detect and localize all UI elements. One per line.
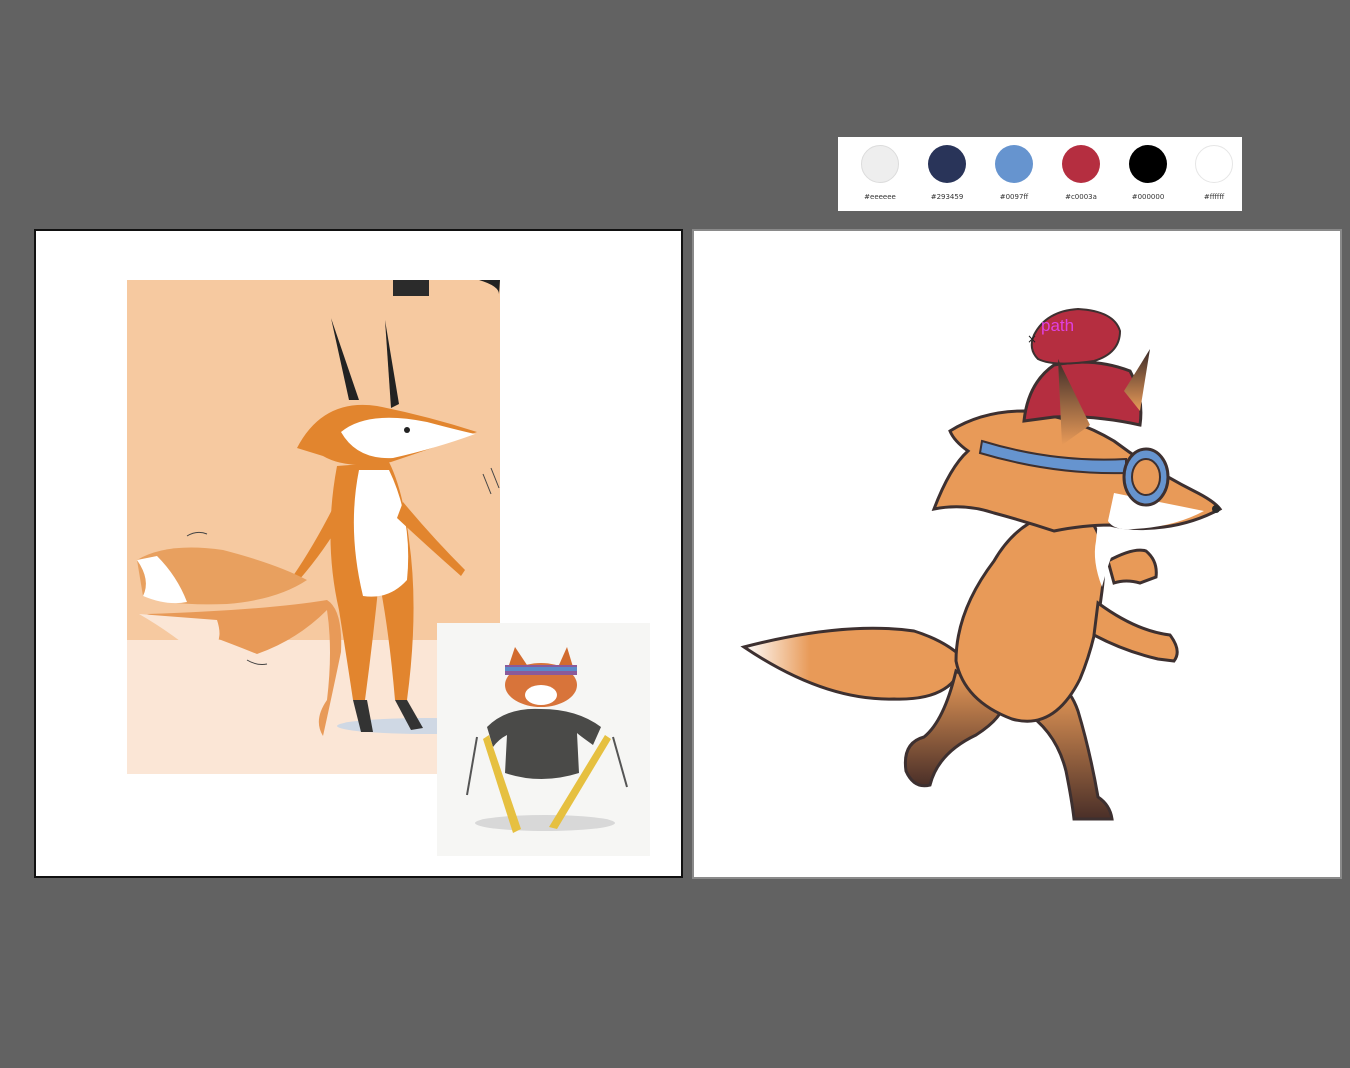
swatch-1[interactable]: #eeeeee: [850, 145, 910, 202]
vector-artboard[interactable]: path ×: [692, 229, 1342, 879]
swatch-5[interactable]: #000000: [1118, 145, 1178, 202]
swatch-6-color: [1195, 145, 1233, 183]
swatch-4[interactable]: #c0003a: [1051, 145, 1111, 202]
fox-nose: [1212, 505, 1220, 513]
swatch-3[interactable]: #0097ff: [984, 145, 1044, 202]
reference-artboard[interactable]: [34, 229, 683, 878]
swatch-2[interactable]: #293459: [917, 145, 977, 202]
selection-path-label: path: [1041, 316, 1075, 335]
color-palette: #eeeeee #293459 #0097ff #c0003a #000000 …: [838, 137, 1242, 211]
swatch-3-hex: #0097ff: [999, 193, 1029, 201]
vector-fox-illustration[interactable]: [694, 231, 1340, 877]
crosshair-cursor-icon: ×: [1027, 332, 1038, 346]
fox-paw: [1106, 548, 1158, 585]
swatch-6[interactable]: #ffffff: [1184, 145, 1244, 202]
fox-arm: [1092, 600, 1179, 663]
swatch-4-hex: #c0003a: [1065, 193, 1097, 201]
reference-skiing-fox[interactable]: [437, 623, 650, 856]
swatch-5-hex: #000000: [1131, 193, 1165, 201]
fox-body: [954, 509, 1106, 723]
swatch-6-hex: #ffffff: [1203, 193, 1225, 201]
swatch-3-color: [995, 145, 1033, 183]
swatch-5-color: [1129, 145, 1167, 183]
swatch-4-color: [1062, 145, 1100, 183]
swatch-2-hex: #293459: [930, 193, 964, 201]
swatch-2-color: [928, 145, 966, 183]
goggle-lens-inner: [1131, 458, 1161, 496]
swatch-1-color: [861, 145, 899, 183]
fox-tail: [740, 626, 966, 701]
skiing-fox-drawing: [437, 623, 650, 856]
swatch-1-hex: #eeeeee: [864, 193, 896, 201]
